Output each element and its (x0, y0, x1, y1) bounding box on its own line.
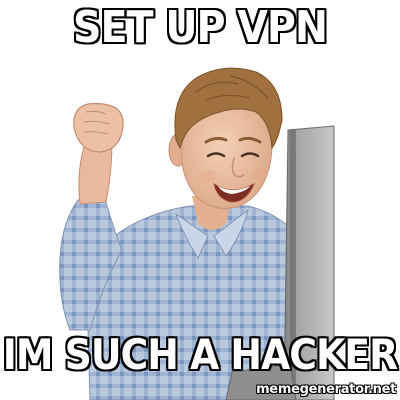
meme-top-text: SET UP VPN (72, 2, 328, 53)
memegenerator-watermark: memegenerator.net (256, 382, 396, 397)
meme-bottom-text: IM SUCH A HACKER (2, 330, 398, 379)
meme-image: SET UP VPN IM SUCH A HACKER memegenerato… (0, 0, 400, 400)
